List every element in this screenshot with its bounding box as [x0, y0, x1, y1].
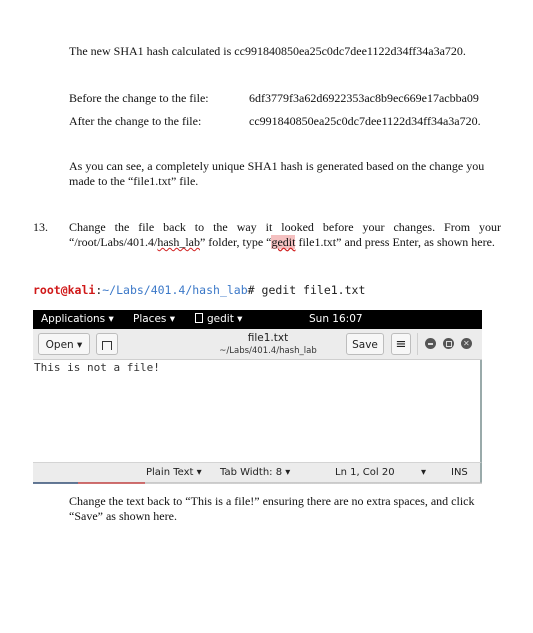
- tab-width-selector[interactable]: Tab Width: 8 ▾: [220, 467, 290, 478]
- app-menu[interactable]: gedit ▾: [195, 313, 242, 325]
- close-button[interactable]: ✕: [461, 338, 472, 349]
- terminal-user-host: root@kali: [33, 283, 96, 297]
- terminal-command-line: root@kali:~/Labs/401.4/hash_lab# gedit f…: [33, 283, 365, 297]
- step-command-word: gedit: [271, 235, 296, 249]
- step-path-prefix: “/root/Labs/401.4/: [69, 235, 158, 249]
- new-tab-button[interactable]: [96, 333, 118, 355]
- sha1-sentence-prefix: The new SHA1 hash calculated is: [69, 44, 235, 58]
- after-hash: cc991840850ea25c0dc7dee1122d34ff34a3a720…: [249, 114, 481, 128]
- sha1-new-hash: cc991840850ea25c0dc7dee1122d34ff34a3a720…: [234, 44, 466, 58]
- maximize-icon: [446, 341, 452, 347]
- step-path-folder: hash_lab: [157, 235, 200, 249]
- app-menu-label: gedit ▾: [207, 313, 243, 325]
- applications-menu[interactable]: Applications ▾: [41, 313, 114, 325]
- step-line-1: Change the file back to the way it looke…: [69, 220, 501, 234]
- clock[interactable]: Sun 16:07: [309, 313, 363, 325]
- terminal-prompt: #: [247, 283, 262, 297]
- close-icon: ✕: [463, 339, 470, 348]
- terminal-path: ~/Labs/401.4/hash_lab: [102, 283, 248, 297]
- insert-mode: INS: [451, 467, 468, 478]
- sha1-sentence: The new SHA1 hash calculated is cc991840…: [69, 44, 466, 59]
- open-button[interactable]: Open ▾: [38, 333, 90, 355]
- language-selector[interactable]: Plain Text ▾: [146, 467, 202, 478]
- before-label: Before the change to the file:: [69, 91, 209, 105]
- cursor-position[interactable]: Ln 1, Col 20: [335, 467, 395, 478]
- step-text-end: file1.txt” and press Enter, as shown her…: [295, 235, 495, 249]
- text-editor-area[interactable]: This is not a file!: [33, 360, 482, 462]
- after-label: After the change to the file:: [69, 114, 202, 128]
- minimize-button[interactable]: [425, 338, 436, 349]
- window-title: file1.txt: [247, 332, 289, 344]
- gedit-header-bar: Open ▾ file1.txt ~/Labs/401.4/hash_lab S…: [33, 329, 482, 360]
- step-line-2: “/root/Labs/401.4/hash_lab” folder, type…: [69, 235, 495, 250]
- minimize-icon: [428, 343, 433, 345]
- maximize-button[interactable]: [443, 338, 454, 349]
- window-subtitle: ~/Labs/401.4/hash_lab: [219, 346, 317, 356]
- gedit-status-bar: Plain Text ▾ Tab Width: 8 ▾ Ln 1, Col 20…: [33, 462, 482, 483]
- step-text-mid: ” folder, type “: [199, 235, 272, 249]
- new-tab-icon: [102, 341, 112, 350]
- gnome-top-bar: Applications ▾ Places ▾ gedit ▾ Sun 16:0…: [33, 310, 482, 329]
- step-number: 13.: [33, 220, 48, 234]
- save-button[interactable]: Save: [346, 333, 384, 355]
- position-dropdown[interactable]: ▾: [421, 467, 426, 478]
- screenshot-bottom-edge: [33, 482, 482, 484]
- before-hash: 6df3779f3a62d6922353ac8b9ec669e17acbba09: [249, 91, 479, 105]
- places-menu[interactable]: Places ▾: [133, 313, 175, 325]
- hamburger-menu-button[interactable]: ≡: [391, 333, 411, 355]
- explanation-paragraph: As you can see, a completely unique SHA1…: [69, 159, 485, 188]
- editor-content[interactable]: This is not a file!: [34, 361, 160, 374]
- final-instruction: Change the text back to “This is a file!…: [69, 494, 475, 523]
- hamburger-icon: ≡: [395, 337, 407, 352]
- terminal-command: gedit file1.txt: [261, 283, 366, 297]
- header-divider: [417, 333, 418, 355]
- notepad-icon: [195, 313, 203, 323]
